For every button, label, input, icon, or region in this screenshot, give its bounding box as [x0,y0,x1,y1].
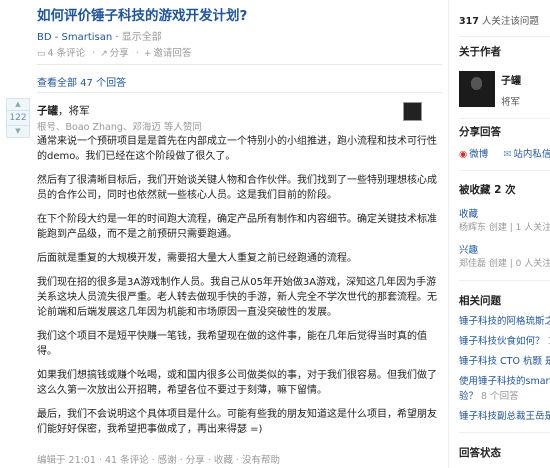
answer-paragraph: 然后有了很清晰目标后，我们开始谈关键人物和合作伙伴。我们找到了一些特别理想核心成… [37,175,437,201]
share-answer-heading: 分享回答 [459,126,501,138]
share-label: 分享 [109,48,129,59]
answer-footer: 编辑于 21:01 · 41 条评论 · 感谢 · 分享 · 收藏 · 没有帮助 [37,452,280,466]
related-question-text: 锤子科技伙食如何？ [459,336,545,347]
invite-action[interactable]: + 邀请回答 [144,45,194,59]
divider [459,118,550,119]
divider [459,170,550,171]
answer-paragraph: 后面就是重复的大规模开发，需要招大量大人重复之前已经跑通的流程。 [37,253,357,264]
collection-link[interactable]: 收藏 [459,206,478,220]
divider [37,92,442,93]
related-question[interactable]: 锤子科技 CTO 杭颢 是谁 [459,353,550,367]
share-button[interactable]: 分享 [186,455,205,466]
upvote-button[interactable]: ▲ [6,98,30,111]
share-message[interactable]: ✉ 站内私信 [503,149,550,160]
sidebar-author-title: 将军 [501,97,521,108]
question-actions: ▭ 4 条评论 · ↗ 分享 · + 邀请回答 [37,45,195,59]
answer-paragraph: 通常来说一个预研项目是是首先在内部成立一个特别小的小组推进，跑小流程和技术可行性… [37,136,437,162]
divider [459,280,550,281]
vote-widget: ▲ 122 ▼ [6,98,30,138]
show-all-link[interactable]: 显示全部 [122,32,162,43]
collection-meta: 杨辉东 创建 | 1 人关注 [459,223,550,233]
share-weibo[interactable]: ◉ 微博 [459,149,494,160]
related-question-text: 使用锤子科技的smartisan [459,376,550,387]
collection-meta: 郑佳磊 创建 | 0 人关注 [459,259,550,269]
message-icon: ✉ [503,149,512,160]
topic-line: BD - Smartisan · 显示全部 [37,28,162,43]
comment-action[interactable]: ▭ 4 条评论 [37,45,87,59]
share-action[interactable]: ↗ 分享 [100,45,131,59]
voters-line[interactable]: 根号、Boao Zhang、邓海迈 等人赞同 [37,119,202,133]
related-question[interactable]: 锤子科技伙食如何？ 1 个 [459,333,550,347]
answer-status-heading: 回答状态 [459,447,501,459]
answer-paragraph: 在下个阶段大约是一年的时间跑大流程，确定产品所有制作和内容细节。确定关键技术标准… [37,214,437,240]
author-name[interactable]: 子罐 [37,105,58,117]
answer-paragraph: 我们这个项目不是短平快赚一笔钱，我希望现在做的这件事，能在几年后觉得当时真的值得… [37,331,427,357]
answer-body: 通常来说一个预研项目是是首先在内部成立一个特别小的小组推进，跑小流程和技术可行性… [37,134,443,446]
collection-link[interactable]: 兴趣 [459,242,478,256]
main-column: 如何评价锤子科技的游戏开发计划? BD - Smartisan · 显示全部 ▭… [0,0,448,468]
weibo-icon: ◉ [459,149,468,160]
comments-link[interactable]: 41 条评论 [105,455,149,466]
topic-tag[interactable]: BD - Smartisan [37,32,112,43]
collect-button[interactable]: 收藏 [214,455,233,466]
related-question[interactable]: 锤子科技的阿格琉斯之踵 [459,313,550,327]
collected-heading: 被收藏 2 次 [459,184,516,196]
related-question[interactable]: 锤子科技副总裁王岳是谁 [459,408,550,422]
answer-paragraph: 如果我们想搞钱或赚个吆喝，或和国内很多公司做类似的事，对于我们很容易。但我们做了… [37,370,437,396]
dot-separator: · [92,48,96,59]
answer-paragraph: 最后，我们不会说明这个具体项目是什么。可能有些我的朋友知道这是什么项目，希望朋友… [37,409,437,435]
thanks-button[interactable]: 感谢 [158,455,177,466]
message-label: 站内私信 [513,149,550,160]
related-question-count: 8 个回答 [481,391,519,402]
about-author-heading: 关于作者 [459,46,501,58]
invite-icon: + [143,49,152,59]
author-avatar[interactable] [403,102,422,121]
sidebar: 317 人关注该问题 关于作者 子罐 将军 分享回答 ◉ 微博 ✉ 站内私信 被收藏… [448,0,550,468]
no-help-button[interactable]: 没有帮助 [242,455,280,466]
divider [459,36,550,37]
divider [37,64,442,65]
answer-paragraph: 我们现在招的很多是3A游戏制作人员。我自己从05年开始做3A游戏，深知这几年因为… [37,277,437,318]
related-questions-heading: 相关问题 [459,295,501,307]
related-question-text: 验？ [459,391,479,402]
share-options: ◉ 微博 ✉ 站内私信 [459,146,550,160]
share-icon: ↗ [100,49,108,59]
invite-label: 邀请回答 [153,48,192,59]
related-question-text: 锤子科技的阿格琉斯之踵 [459,316,550,327]
divider [459,432,550,433]
followers-count[interactable]: 317 人关注该问题 [459,13,539,27]
view-all-answers-link[interactable]: 查看全部 47 个回答 [37,74,126,89]
related-question[interactable]: 使用锤子科技的smartisan [459,373,550,387]
author-signature: ，将军 [58,105,90,117]
author-avatar-large[interactable] [459,71,495,107]
related-question-text: 锤子科技 CTO 杭颢 是谁 [459,356,550,367]
related-question[interactable]: 验？ 8 个回答 [459,388,519,402]
downvote-button[interactable]: ▼ [6,125,30,138]
comment-icon: ▭ [37,49,46,59]
comment-label: 4 条评论 [47,48,86,59]
vote-count: 122 [6,111,30,125]
answer-author: 子罐，将军 [37,103,90,118]
edit-time[interactable]: 编辑于 21:01 [37,455,96,466]
related-question-text: 锤子科技副总裁王岳是谁 [459,411,550,422]
dot-separator: · [135,48,139,59]
weibo-label: 微博 [469,149,489,160]
question-title[interactable]: 如何评价锤子科技的游戏开发计划? [37,4,247,24]
followers-number: 317 [459,16,479,27]
sidebar-author-name[interactable]: 子罐 [501,72,521,87]
followers-text: 人关注该问题 [478,16,539,27]
